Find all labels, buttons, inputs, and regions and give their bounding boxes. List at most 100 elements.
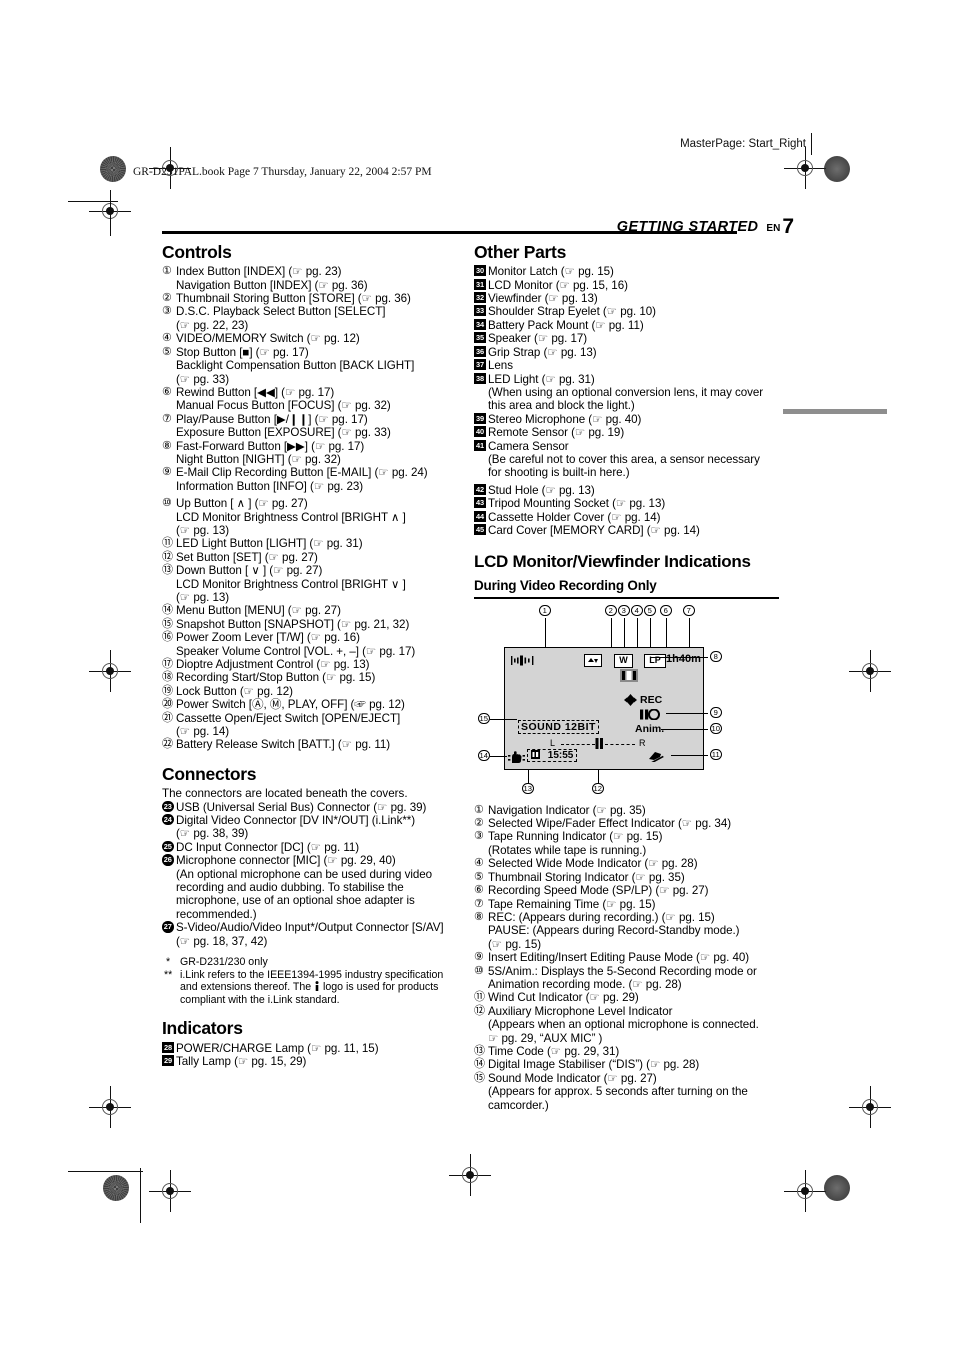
callout-3: 3 [618,604,630,617]
boxed-number: 33 [474,305,486,317]
list-item-line: Card Cover [MEMORY CARD] (☞ pg. 14) [488,523,700,537]
item-number: ⑳ [162,698,173,711]
list-item: ③ D.S.C. Playback Select Button [SELECT](… [162,305,462,332]
list-item-line: (☞ pg. 38, 39) [176,827,249,841]
list-item-text: Digital Image Stabiliser (“DIS”) (☞ pg. … [488,1058,779,1071]
list-item-line: Battery Release Switch [BATT.] (☞ pg. 11… [176,738,391,752]
leader-9 [666,712,708,714]
list-item-text: Tripod Mounting Socket (☞ pg. 13) [488,497,779,510]
mic-level-left-label: L [550,737,556,748]
lcd-indications-subheading: During Video Recording Only [474,578,657,594]
digital-image-stabiliser-icon [508,750,525,763]
item-number: 23 [162,800,175,814]
item-number: 39 [474,412,487,426]
list-item-text: Grip Strap (☞ pg. 13) [488,346,779,359]
registration-mark-bottomcenter [449,1154,491,1196]
item-number: ⑭ [474,1058,485,1071]
list-item-line: Play/Pause Button [▶/❙❙] (☞ pg. 17) [176,412,368,426]
list-item-line: Navigation Indicator (☞ pg. 35) [488,803,646,817]
list-item: ⑰ Dioptre Adjustment Control (☞ pg. 13) [162,658,462,671]
list-item-line: Thumbnail Storing Button [STORE] (☞ pg. … [176,292,411,306]
halftone-dot-topright [824,156,850,182]
boxed-number: 42 [474,483,486,495]
language-code: EN [766,223,781,234]
item-number: ③ [162,305,172,318]
list-item-text: Selected Wide Mode Indicator (☞ pg. 28) [488,857,779,870]
list-item-line: camcorder.) [488,1098,549,1112]
list-item: ⑬ Down Button [ ∨ ] (☞ pg. 27) LCD Monitor… [162,564,462,604]
leader-7 [688,617,690,648]
list-item: ⑫ Set Button [SET] (☞ pg. 27) [162,551,462,564]
list-item-line: (☞ pg. 22, 23) [176,318,249,332]
registration-mark-bottomright [784,1170,826,1212]
list-item-text: Recording Start/Stop Button (☞ pg. 15) [176,671,462,684]
list-item-line: Tally Lamp (☞ pg. 15, 29) [176,1055,307,1069]
list-item-line: LED Light Button [LIGHT] (☞ pg. 31) [176,537,363,551]
boxed-number: 29 [162,1055,174,1067]
list-item: ⑧ REC: (Appears during recording.) (☞ pg.… [474,911,779,951]
item-number: ⑦ [474,897,484,910]
time-code-indicator: 15:55 [527,748,578,762]
list-item-line: Cassette Open/Eject Switch [OPEN/EJECT] [176,711,401,725]
list-item: ㉑ Cassette Open/Eject Switch [OPEN/EJECT]… [162,712,462,739]
list-item-line: Down Button [ ∨ ] (☞ pg. 27) [176,564,323,578]
controls-list: ① Index Button [INDEX] (☞ pg. 23) Navigati… [162,265,462,752]
list-item-line: Viewfinder (☞ pg. 13) [488,292,598,306]
mic-level-bar-right [605,743,635,745]
list-item: ② Selected Wipe/Fader Effect Indicator (☞… [474,817,779,830]
list-item: 24 Digital Video Connector [DV IN*/OUT] (… [162,813,462,841]
list-item-text: Play/Pause Button [▶/❙❙] (☞ pg. 17) Expos… [176,413,462,440]
leader-1 [544,617,546,648]
list-item-text: Navigation Indicator (☞ pg. 35) [488,804,779,817]
list-item-text: Sound Mode Indicator (☞ pg. 27) (Appears … [488,1072,779,1112]
list-item: ① Index Button [INDEX] (☞ pg. 23) Navigati… [162,265,462,292]
callout-12: 12 [592,782,604,795]
list-item-line: Power Zoom Lever [T/W] (☞ pg. 16) [176,631,360,645]
item-number: 34 [474,318,487,332]
footnote-1-text: GR-D231/230 only [180,956,268,968]
item-number: 31 [474,278,487,292]
item-number: ⑭ [162,604,173,617]
connectors-list: 23 USB (Universal Serial Bus) Connector (… [162,800,462,948]
list-item-text: Power Switch [Ⓐ, Ⓜ, PLAY, OFF] (☞ pg. 12… [176,698,462,711]
lcd-indications-heading: LCD Monitor/Viewfinder Indications [474,552,751,572]
animation-mode-label: Anim. [635,722,665,735]
item-number: ① [474,803,484,816]
trim-line-bottom-left-v [140,1168,141,1223]
list-item: 38 LED Light (☞ pg. 31) (When using an opt… [474,372,779,413]
list-item-text: E-Mail Clip Recording Button [E-MAIL] (☞… [176,466,462,493]
callout-9: 9 [710,706,722,719]
list-item-line: Remote Sensor (☞ pg. 19) [488,426,625,440]
tape-remaining-time: 1h40m [666,652,701,665]
list-item-text: S-Video/Audio/Video Input*/Output Connec… [176,921,462,948]
filled-number: 23 [162,800,174,813]
item-number: ⑬ [474,1044,485,1057]
callout-14: 14 [478,749,490,762]
list-item-line: recommended.) [176,907,257,921]
list-item-text: Fast-Forward Button [▶▶] (☞ pg. 17) Night… [176,440,462,467]
list-item-line: (Be careful not to cover this area, a se… [488,452,760,466]
list-item: ⑦ Tape Remaining Time (☞ pg. 15) [474,898,779,911]
mic-level-right-label: R [639,737,646,748]
thumbnail-storing-indicator-icon [620,668,638,682]
item-number: ④ [162,332,172,345]
list-item-text: LED Light (☞ pg. 31) (When using an optio… [488,373,779,413]
item-number: 43 [474,497,487,510]
mic-level-marker-icon [595,737,603,749]
callout-13: 13 [522,782,534,795]
list-item-line: (☞ pg. 13) [176,523,230,537]
list-item: ⑩ Up Button [ ∧ ] (☞ pg. 27) LCD Monitor B… [162,497,462,537]
header-rule [162,231,737,234]
page-canvas: MasterPage: Start_Right GR-D231PAL.book … [0,0,954,1351]
list-item-line: Rewind Button [◀◀] (☞ pg. 17) [176,385,335,399]
list-item-line: Battery Pack Mount (☞ pg. 11) [488,318,644,332]
connectors-heading: Connectors [162,763,257,784]
list-item: ⑨ Insert Editing/Insert Editing Pause Mod… [474,951,779,964]
time-code-tape-icon [531,749,540,759]
boxed-number: 37 [474,359,486,371]
list-item-text: Cassette Holder Cover (☞ pg. 14) [488,511,779,524]
item-number: ② [474,817,484,830]
boxed-number: 34 [474,318,486,330]
item-number: 38 [474,372,487,386]
list-item-line: DC Input Connector [DC] (☞ pg. 11) [176,840,360,854]
